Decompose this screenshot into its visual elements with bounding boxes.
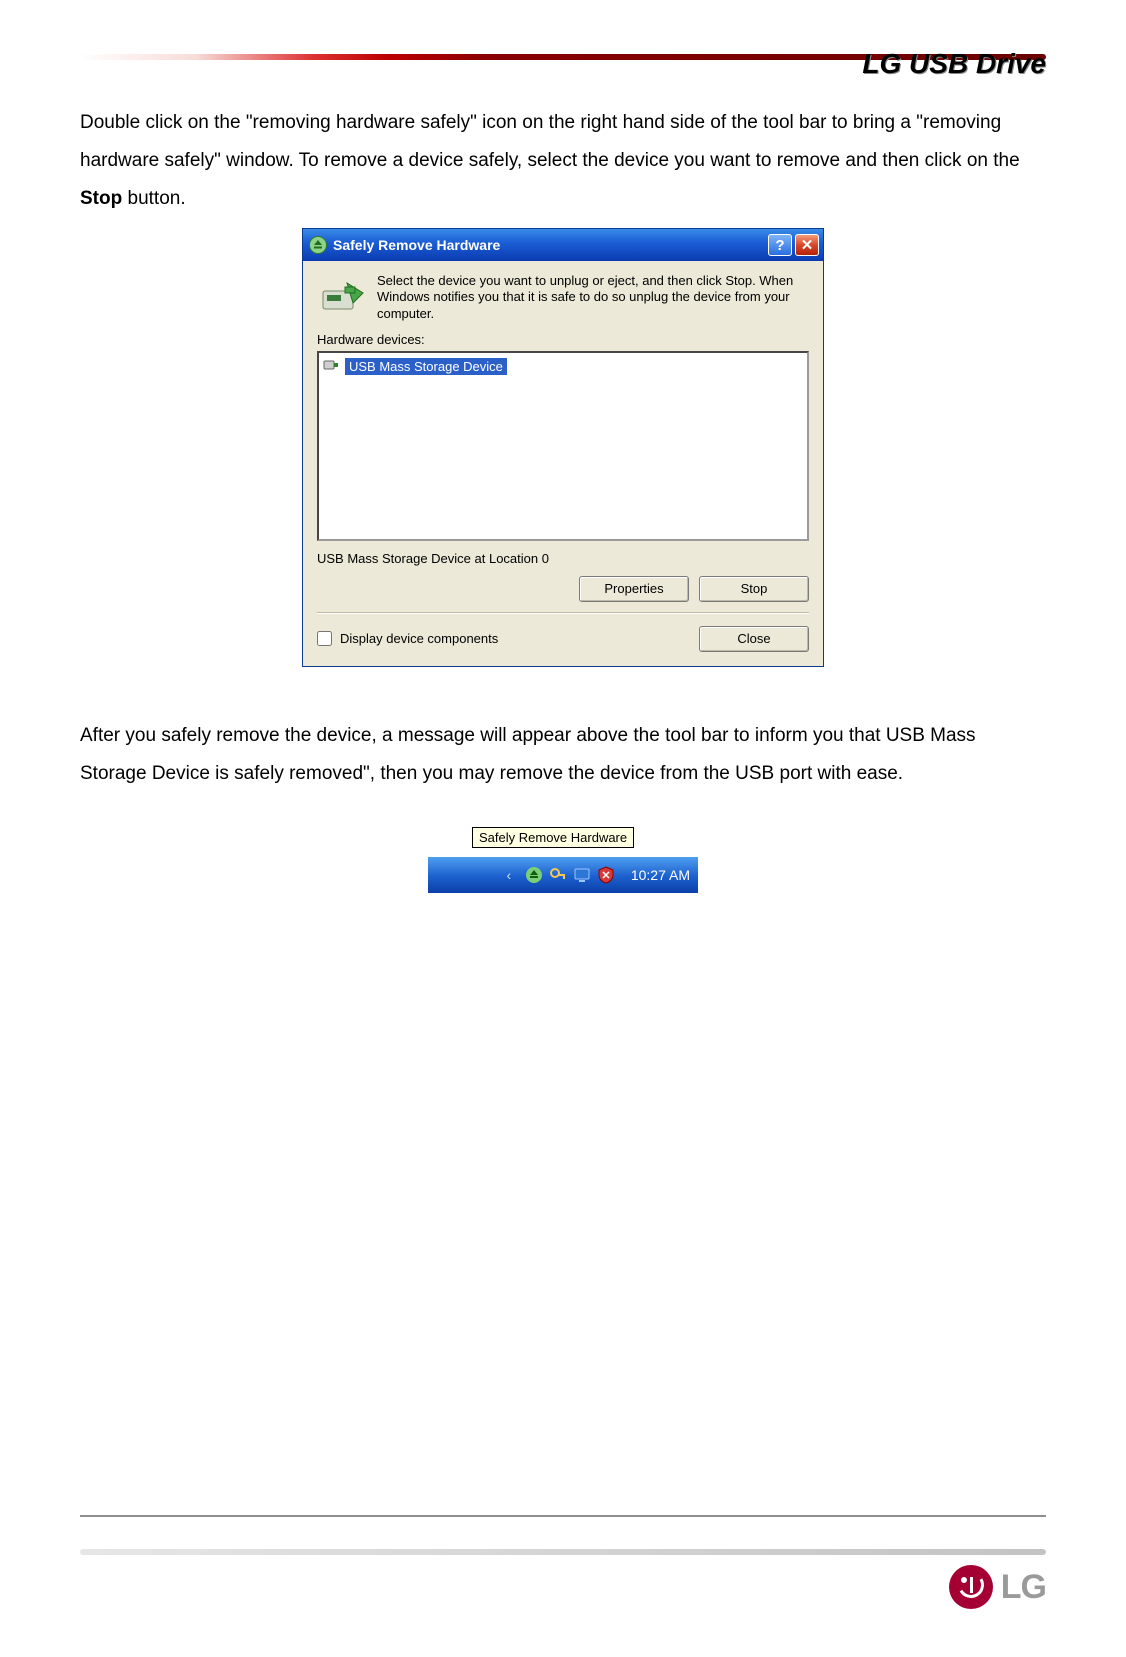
close-button[interactable]: Close xyxy=(699,626,809,652)
display-components-checkbox[interactable]: Display device components xyxy=(317,631,498,646)
hardware-icon xyxy=(317,273,365,321)
close-icon[interactable]: ✕ xyxy=(795,234,819,256)
tray-clock: 10:27 AM xyxy=(631,867,690,883)
page-footer: LG xyxy=(80,1515,1046,1609)
taskbar[interactable]: ‹ ✕ 10:27 AM xyxy=(428,857,698,893)
hardware-devices-list[interactable]: USB Mass Storage Device xyxy=(317,351,809,541)
systray-screenshot: Safely Remove Hardware ‹ ✕ xyxy=(80,823,1046,893)
display-tray-icon[interactable] xyxy=(573,866,591,884)
help-button[interactable]: ? xyxy=(768,234,792,256)
properties-button[interactable]: Properties xyxy=(579,576,689,602)
doc-title: LG USB Drive xyxy=(862,48,1046,80)
page-header: LG USB Drive xyxy=(80,54,1046,90)
dialog-title: Safely Remove Hardware xyxy=(333,237,765,253)
lg-logo-text: LG xyxy=(1001,1568,1046,1607)
lg-logo-circle xyxy=(949,1565,993,1609)
footer-rule-thick xyxy=(80,1549,1046,1555)
devices-label: Hardware devices: xyxy=(317,332,809,347)
list-item[interactable]: USB Mass Storage Device xyxy=(321,355,805,378)
usb-device-icon xyxy=(323,357,339,376)
display-components-label: Display device components xyxy=(340,631,498,646)
footer-rule-thin xyxy=(80,1515,1046,1517)
intro-text-1: Double click on the "removing hardware s… xyxy=(80,112,1020,171)
dialog-screenshot: Safely Remove Hardware ? ✕ Select the de… xyxy=(80,228,1046,667)
second-paragraph: After you safely remove the device, a me… xyxy=(80,717,1046,793)
safely-remove-dialog: Safely Remove Hardware ? ✕ Select the de… xyxy=(302,228,824,667)
display-components-input[interactable] xyxy=(317,631,332,646)
intro-text-2: button. xyxy=(122,188,185,209)
tray-expand-icon[interactable]: ‹ xyxy=(501,859,517,891)
selected-device: USB Mass Storage Device xyxy=(345,358,507,375)
svg-text:✕: ✕ xyxy=(601,870,610,882)
keys-icon[interactable] xyxy=(549,866,567,884)
tray-tooltip: Safely Remove Hardware xyxy=(472,827,634,848)
intro-paragraph: Double click on the "removing hardware s… xyxy=(80,104,1046,218)
dialog-intro-text: Select the device you want to unplug or … xyxy=(377,273,809,322)
lg-logo: LG xyxy=(80,1565,1046,1609)
eject-tray-icon[interactable] xyxy=(525,866,543,884)
shield-icon[interactable]: ✕ xyxy=(597,866,615,884)
intro-bold: Stop xyxy=(80,188,122,209)
eject-icon xyxy=(309,236,327,254)
dialog-separator xyxy=(317,612,809,614)
dialog-titlebar[interactable]: Safely Remove Hardware ? ✕ xyxy=(303,229,823,261)
device-status-line: USB Mass Storage Device at Location 0 xyxy=(317,551,809,566)
stop-button[interactable]: Stop xyxy=(699,576,809,602)
